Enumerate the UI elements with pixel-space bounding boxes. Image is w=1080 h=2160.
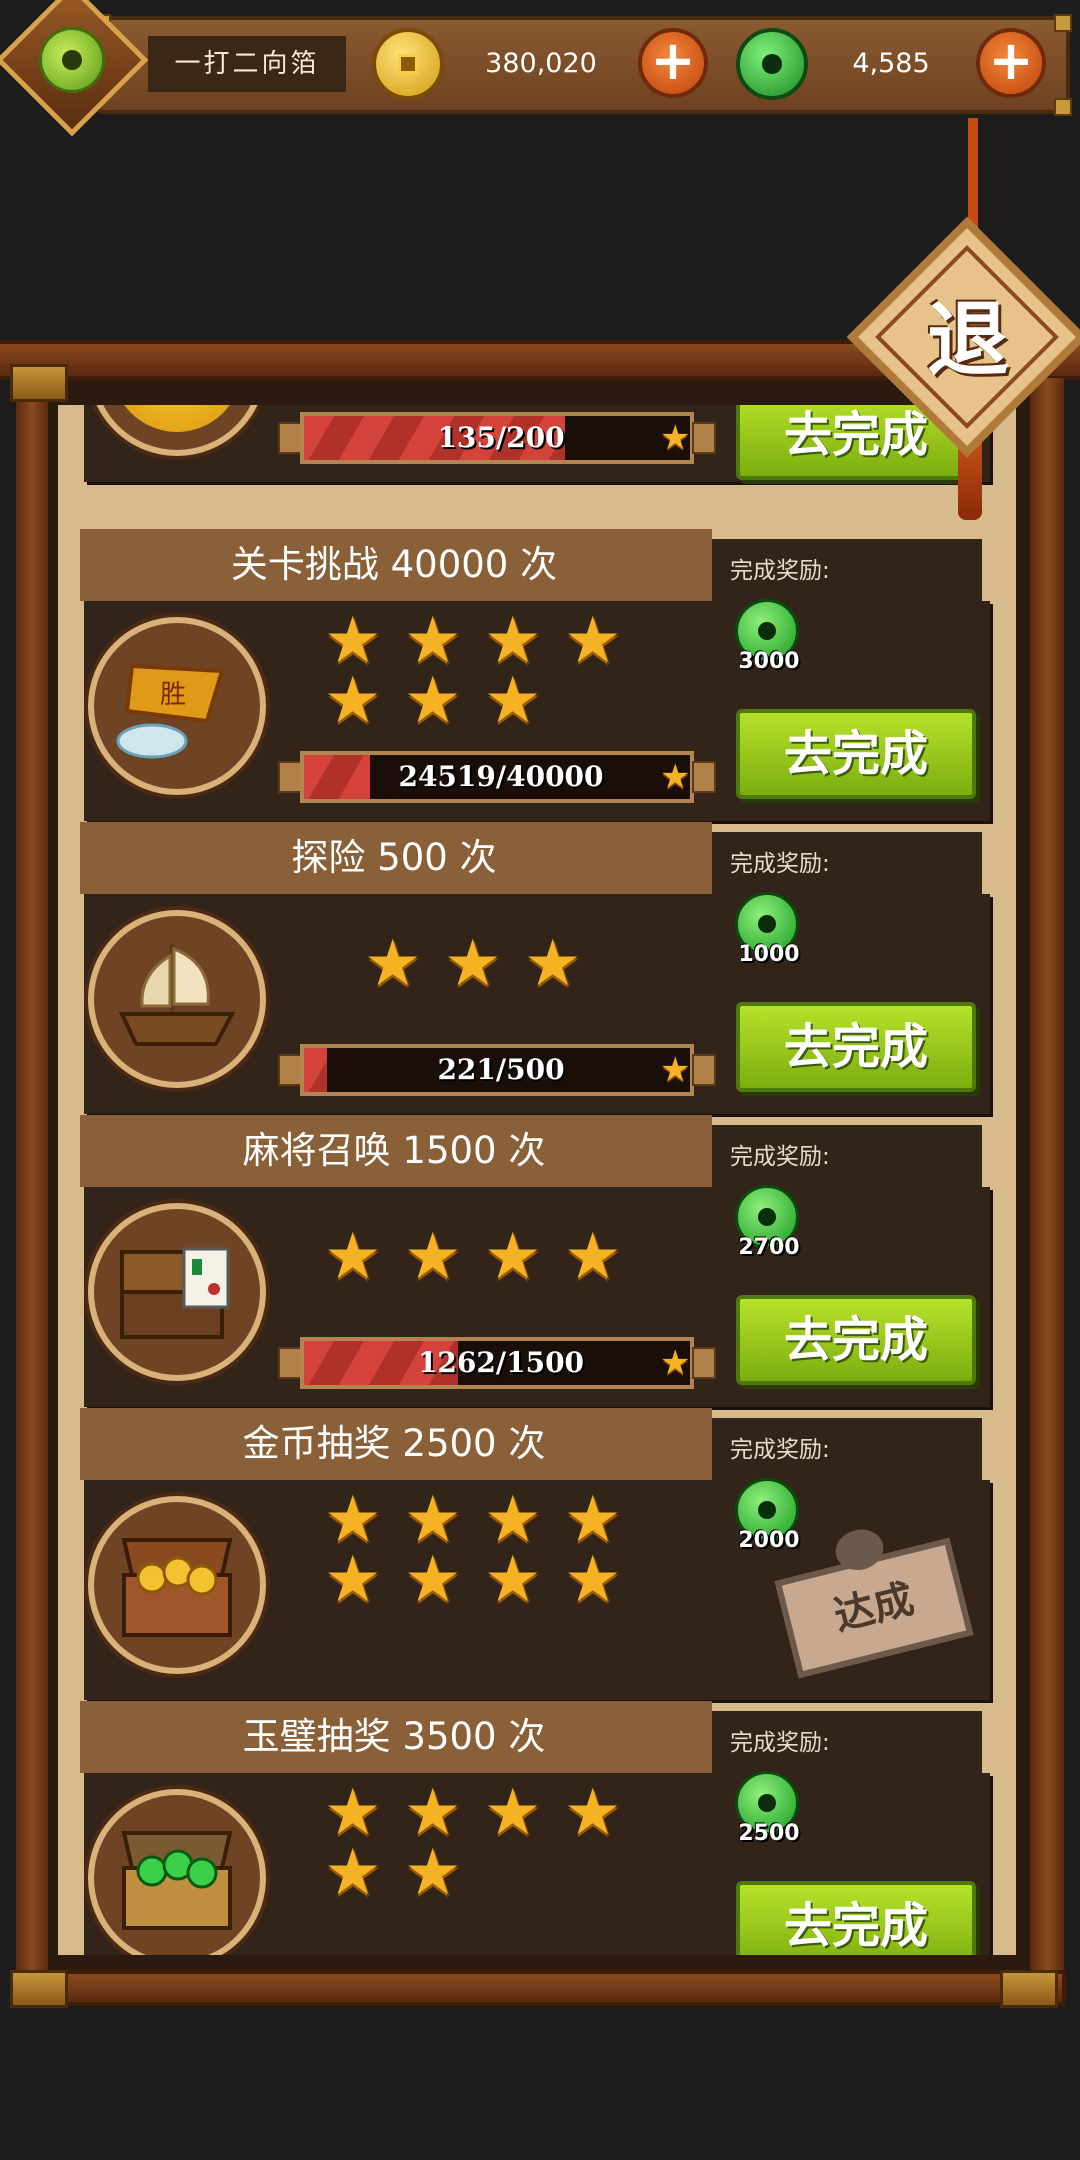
star-icon: ★	[404, 1836, 462, 1910]
player-name: 一打二向箔	[148, 36, 346, 92]
task-progress-bar: 24519/40000 ★	[278, 749, 716, 805]
frame-left-post	[16, 378, 48, 1978]
star-icon: ★	[524, 927, 582, 1001]
frame-corner	[10, 1970, 68, 2008]
jade-disc-avatar-icon	[39, 27, 105, 93]
star-icon: ★	[364, 927, 422, 1001]
task-title: 关卡挑战 40000 次	[230, 543, 558, 586]
star-icon: ★	[564, 604, 622, 678]
reward-jade: 2000	[731, 1478, 807, 1554]
task-progress-bar: 135/200 ★	[278, 410, 716, 466]
star-icon: ★	[660, 1343, 691, 1383]
jade-amount: 4,585	[852, 48, 930, 79]
victory-banner-icon: 胜	[88, 617, 266, 795]
add-jade-button[interactable]: +	[976, 28, 1046, 98]
progress-text: 135/200	[437, 421, 565, 454]
reward-label: 完成奖励:	[730, 851, 830, 877]
star-icon: ★	[660, 757, 691, 797]
treasure-ship-icon	[88, 910, 266, 1088]
reward-jade: 1000	[731, 892, 807, 968]
star-icon: ★	[404, 1220, 462, 1294]
task-stars: ★ ★ ★	[324, 902, 694, 1052]
star-icon: ★	[324, 1543, 382, 1617]
task-stars: ★ ★ ★ ★	[324, 1195, 694, 1345]
jade-currency-icon	[736, 28, 808, 100]
task-stars: ★ ★ ★ ★ ★ ★ ★	[324, 609, 694, 759]
task-title: 金币抽奖 2500 次	[242, 1422, 546, 1465]
star-icon: ★	[404, 664, 462, 738]
task-title: 麻将召唤 1500 次	[242, 1129, 546, 1172]
star-icon: ★	[660, 418, 691, 458]
go-complete-button[interactable]: 去完成	[736, 709, 976, 799]
star-icon: ★	[404, 1543, 462, 1617]
star-icon: ★	[444, 927, 502, 1001]
frame-bottom-beam	[14, 1970, 1066, 2006]
star-icon: ★	[484, 1220, 542, 1294]
star-icon: ★	[484, 1776, 542, 1850]
reward-label: 完成奖励:	[730, 1730, 830, 1756]
progress-text: 221/500	[437, 1053, 565, 1086]
jade-chest-icon	[88, 1789, 266, 1955]
bar-corner	[1054, 14, 1072, 32]
mahjong-chest-icon	[88, 1203, 266, 1381]
progress-text: 24519/40000	[398, 760, 604, 793]
star-icon: ★	[564, 1776, 622, 1850]
frame-corner	[1000, 1970, 1058, 2008]
frame-corner	[10, 364, 68, 402]
star-icon: ★	[484, 1543, 542, 1617]
task-progress-bar: 221/500 ★	[278, 1042, 716, 1098]
go-complete-button[interactable]: 去完成	[736, 1002, 976, 1092]
reward-jade: 2500	[731, 1771, 807, 1847]
svg-text:胜: 胜	[160, 680, 186, 710]
task-progress-bar: 1262/1500 ★	[278, 1335, 716, 1391]
star-icon: ★	[324, 1836, 382, 1910]
reward-jade: 3000	[731, 599, 807, 675]
reward-amount: 2000	[738, 1528, 800, 1553]
task-title: 探险 500 次	[291, 836, 497, 879]
reward-label: 完成奖励:	[730, 558, 830, 584]
exit-label[interactable]: 退	[908, 286, 1028, 396]
reward-amount: 1000	[738, 942, 800, 967]
task-stars: ★ ★ ★ ★ ★ ★	[324, 1781, 694, 1931]
task-title: 玉璧抽奖 3500 次	[242, 1715, 546, 1758]
task-stars: ★ ★ ★ ★ ★ ★ ★ ★	[324, 1488, 694, 1638]
plus-icon: +	[988, 29, 1034, 92]
gold-coin-icon	[372, 28, 444, 100]
reward-amount: 2700	[738, 1235, 800, 1260]
bar-corner	[1054, 98, 1072, 116]
go-complete-button[interactable]: 去完成	[736, 1881, 976, 1955]
star-icon: ★	[564, 1220, 622, 1294]
star-icon: ★	[324, 664, 382, 738]
task-list[interactable]: 135/200 ★ 去完成 关卡挑战 40000 次 完成奖励: 3000 胜 ★…	[58, 405, 1016, 1955]
gold-chest-icon	[88, 1496, 266, 1674]
add-gold-button[interactable]: +	[638, 28, 708, 98]
go-complete-button[interactable]: 去完成	[736, 1295, 976, 1385]
plus-icon: +	[650, 29, 696, 92]
reward-amount: 3000	[738, 649, 800, 674]
star-icon: ★	[660, 1050, 691, 1090]
reward-amount: 2500	[738, 1821, 800, 1846]
reward-label: 完成奖励:	[730, 1144, 830, 1170]
star-icon: ★	[324, 1220, 382, 1294]
progress-text: 1262/1500	[417, 1346, 585, 1379]
star-icon: ★	[564, 1543, 622, 1617]
reward-jade: 2700	[731, 1185, 807, 1261]
gold-amount: 380,020	[485, 48, 597, 79]
frame-right-post	[1030, 378, 1064, 1978]
reward-label: 完成奖励:	[730, 1437, 830, 1463]
star-icon: ★	[484, 664, 542, 738]
